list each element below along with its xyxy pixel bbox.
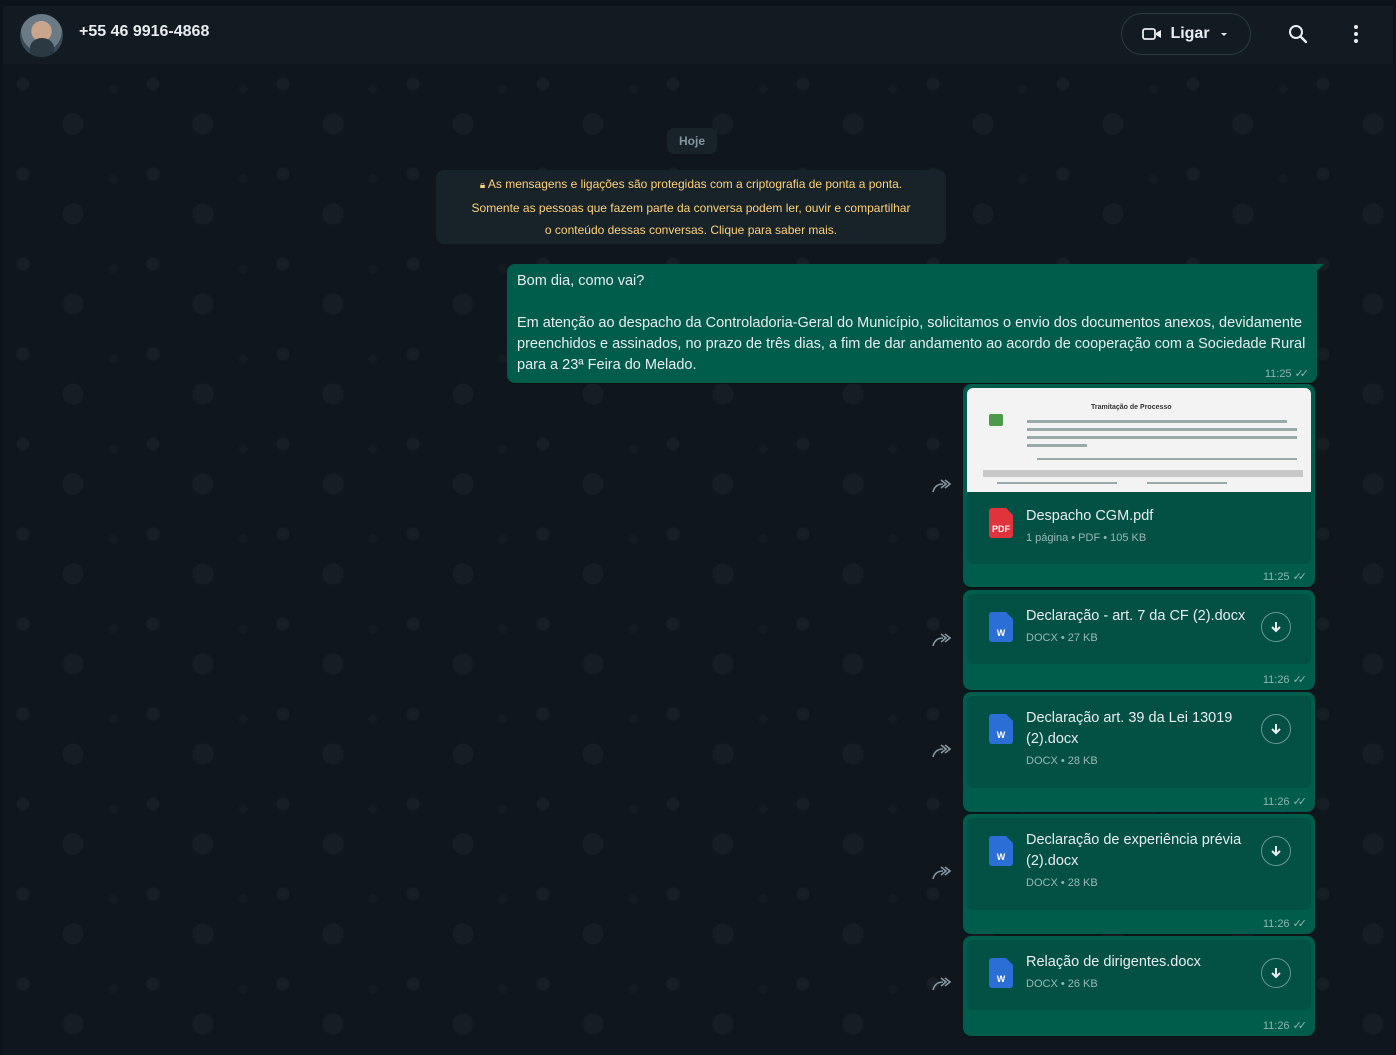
date-chip: Hoje (667, 128, 717, 154)
read-ticks-icon: ✓✓ (1294, 368, 1310, 380)
message-meta: 11:26 ✓✓ (1262, 795, 1308, 809)
download-icon (1271, 622, 1281, 633)
document-card: W Declaração art. 39 da Lei 13019 (2).do… (967, 696, 1311, 788)
chat-window: +55 46 9916-4868 Ligar Hoje 🔒︎ As mensag… (3, 6, 1393, 1055)
encryption-notice-line1: As mensagens e ligações são protegidas c… (487, 177, 903, 191)
read-ticks-icon: ✓✓ (1292, 1020, 1308, 1032)
pdf-preview[interactable]: Tramitação de Processo (967, 388, 1311, 492)
pdf-file-icon: PDF (989, 508, 1013, 538)
download-button[interactable] (1261, 612, 1291, 642)
forward-icon[interactable] (931, 976, 953, 992)
document-message-pdf[interactable]: Tramitação de Processo PDF Despacho CGM.… (963, 384, 1315, 587)
message-text: Bom dia, como vai? Em atenção ao despach… (517, 273, 1306, 373)
message-time: 11:26 (1262, 673, 1290, 686)
download-button[interactable] (1261, 714, 1291, 744)
encryption-notice-line3: o conteúdo dessas conversas. Clique para… (544, 223, 838, 237)
message-meta: 11:26 ✓✓ (1262, 673, 1308, 687)
message-time: 11:25 (1262, 570, 1290, 583)
document-title: Relação de dirigentes.docx (1026, 954, 1201, 970)
word-file-icon: W (989, 836, 1013, 866)
download-button[interactable] (1261, 836, 1291, 866)
document-message-docx[interactable]: W Declaração - art. 7 da CF (2).docx DOC… (963, 590, 1315, 690)
document-message-docx[interactable]: W Relação de dirigentes.docx DOCX • 26 K… (963, 936, 1315, 1036)
word-file-icon: W (989, 958, 1013, 988)
document-details: DOCX • 28 KB (1026, 755, 1098, 767)
document-message-docx[interactable]: W Declaração art. 39 da Lei 13019 (2).do… (963, 692, 1315, 812)
download-icon (1271, 724, 1281, 735)
encryption-notice-line2: Somente as pessoas que fazem parte da co… (471, 201, 911, 215)
menu-icon[interactable] (1344, 22, 1368, 46)
download-icon (1271, 846, 1281, 857)
document-details: DOCX • 27 KB (1026, 632, 1098, 644)
video-call-icon (1142, 26, 1162, 42)
document-card: PDF Despacho CGM.pdf 1 página • PDF • 10… (967, 492, 1311, 564)
word-file-icon: W (989, 612, 1013, 642)
document-title: Despacho CGM.pdf (1026, 508, 1154, 524)
chevron-down-icon (1218, 30, 1230, 38)
message-time: 11:26 (1262, 795, 1290, 808)
read-ticks-icon: ✓✓ (1292, 918, 1308, 930)
lock-icon: 🔒︎ (479, 180, 486, 191)
encryption-notice[interactable]: 🔒︎ As mensagens e ligações são protegida… (436, 170, 946, 244)
message-meta: 11:26 ✓✓ (1262, 1019, 1308, 1033)
document-title: Declaração de experiência prévia (2).doc… (1026, 832, 1242, 869)
word-file-icon: W (989, 714, 1013, 744)
message-meta: 11:25 ✓✓ (1262, 570, 1308, 584)
message-meta: 11:25 ✓✓ (1264, 367, 1310, 381)
message-time: 11:26 (1262, 1019, 1290, 1032)
document-card: W Declaração de experiência prévia (2).d… (967, 818, 1311, 910)
search-icon[interactable] (1286, 22, 1310, 46)
forward-icon[interactable] (931, 632, 953, 648)
forward-icon[interactable] (931, 478, 953, 494)
preview-logo (989, 414, 1003, 426)
call-button[interactable]: Ligar (1121, 13, 1251, 55)
forward-icon[interactable] (931, 743, 953, 759)
chat-header: +55 46 9916-4868 Ligar (3, 6, 1393, 64)
contact-name[interactable]: +55 46 9916-4868 (79, 23, 209, 41)
message-time: 11:26 (1262, 917, 1290, 930)
message-time: 11:25 (1264, 367, 1292, 380)
document-details: DOCX • 26 KB (1026, 978, 1098, 990)
pdf-preview-title: Tramitação de Processo (1091, 404, 1172, 411)
document-card: W Declaração - art. 7 da CF (2).docx DOC… (967, 594, 1311, 664)
document-card: W Relação de dirigentes.docx DOCX • 26 K… (967, 940, 1311, 1010)
document-details: DOCX • 28 KB (1026, 877, 1098, 889)
document-details: 1 página • PDF • 105 KB (1026, 532, 1147, 544)
document-title: Declaração art. 39 da Lei 13019 (2).docx (1026, 710, 1233, 747)
download-button[interactable] (1261, 958, 1291, 988)
document-message-docx[interactable]: W Declaração de experiência prévia (2).d… (963, 814, 1315, 934)
read-ticks-icon: ✓✓ (1292, 571, 1308, 583)
read-ticks-icon: ✓✓ (1292, 674, 1308, 686)
call-button-label: Ligar (1170, 25, 1210, 42)
download-icon (1271, 968, 1281, 979)
document-title: Declaração - art. 7 da CF (2).docx (1026, 608, 1246, 624)
outgoing-text-message[interactable]: Bom dia, como vai? Em atenção ao despach… (507, 264, 1324, 383)
read-ticks-icon: ✓✓ (1292, 796, 1308, 808)
message-meta: 11:26 ✓✓ (1262, 917, 1308, 931)
avatar[interactable] (20, 14, 63, 57)
forward-icon[interactable] (931, 865, 953, 881)
